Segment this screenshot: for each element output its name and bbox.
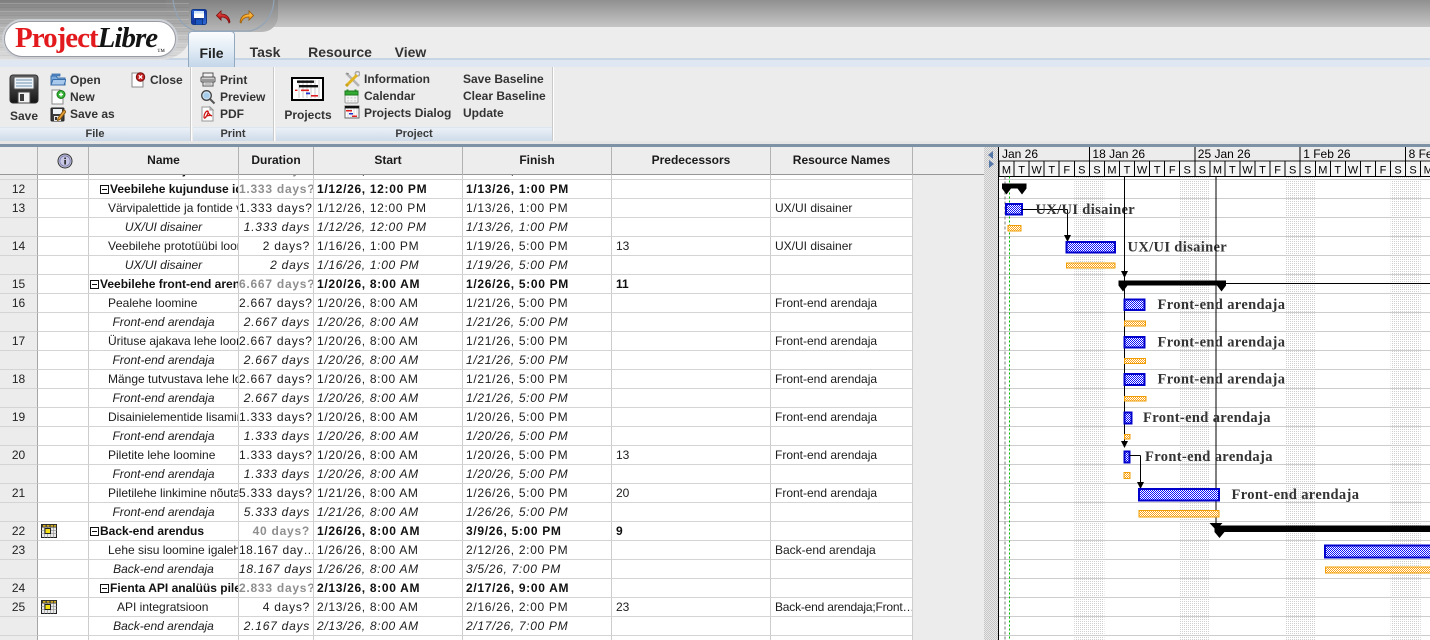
svg-text:S: S (1409, 165, 1416, 177)
svg-text:T: T (1154, 165, 1161, 177)
svg-text:S: S (1093, 165, 1100, 177)
svg-text:Front-end arendaja: Front-end arendaja (1143, 410, 1271, 426)
svg-text:T: T (1048, 165, 1055, 177)
svg-text:M: M (1424, 165, 1430, 177)
svg-text:UX/UI disainer: UX/UI disainer (1036, 202, 1136, 218)
svg-text:Front-end arendaja: Front-end arendaja (1158, 335, 1286, 351)
svg-text:T: T (1229, 165, 1236, 177)
svg-text:F: F (1274, 165, 1281, 177)
svg-text:M: M (1002, 165, 1011, 177)
svg-text:T: T (1124, 165, 1131, 177)
svg-text:M: M (1318, 165, 1327, 177)
svg-text:W: W (1242, 165, 1253, 177)
svg-text:S: S (1394, 165, 1401, 177)
svg-text:Front-end arendaja: Front-end arendaja (1232, 487, 1360, 503)
svg-text:S: S (1184, 165, 1191, 177)
svg-text:F: F (1380, 165, 1387, 177)
svg-text:S: S (1199, 165, 1206, 177)
svg-text:Front-end arendaja: Front-end arendaja (1158, 297, 1286, 313)
svg-text:UX/UI disainer: UX/UI disainer (1128, 240, 1228, 256)
svg-text:S: S (1289, 165, 1296, 177)
svg-text:W: W (1031, 165, 1042, 177)
svg-text:Front-end arendaja: Front-end arendaja (1145, 449, 1273, 465)
svg-text:25 Jan 26: 25 Jan 26 (1198, 147, 1251, 161)
svg-text:Jan 26: Jan 26 (1002, 147, 1038, 161)
svg-text:T: T (1365, 165, 1372, 177)
svg-text:F: F (1169, 165, 1176, 177)
svg-text:1 Feb 26: 1 Feb 26 (1303, 147, 1351, 161)
svg-text:M: M (1107, 165, 1116, 177)
svg-text:M: M (1213, 165, 1222, 177)
svg-text:T: T (1018, 165, 1025, 177)
svg-text:18 Jan 26: 18 Jan 26 (1092, 147, 1145, 161)
svg-text:W: W (1137, 165, 1148, 177)
svg-text:S: S (1304, 165, 1311, 177)
svg-text:S: S (1078, 165, 1085, 177)
svg-text:W: W (1348, 165, 1359, 177)
svg-text:T: T (1259, 165, 1266, 177)
svg-text:8 Feb 26: 8 Feb 26 (1409, 147, 1430, 161)
svg-text:F: F (1063, 165, 1070, 177)
svg-text:T: T (1334, 165, 1341, 177)
svg-text:Front-end arendaja: Front-end arendaja (1158, 372, 1286, 388)
